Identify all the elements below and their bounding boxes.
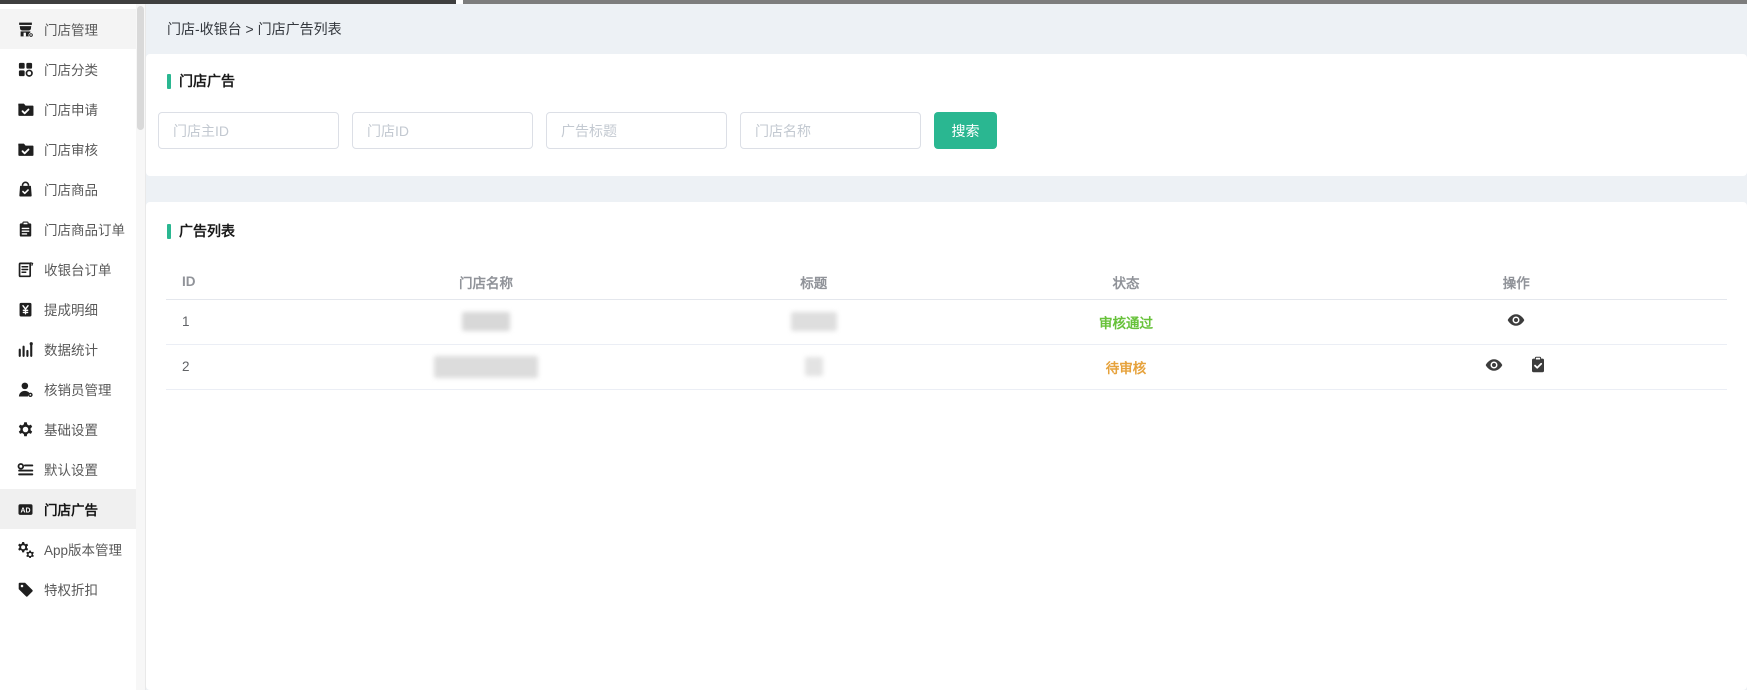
sidebar-item-label: 基础设置	[44, 419, 98, 439]
sidebar-item-11[interactable]: 默认设置	[0, 449, 145, 489]
yen-ledger-icon	[17, 301, 34, 318]
checklist-icon	[17, 461, 34, 478]
clipboard-lines-icon	[17, 221, 34, 238]
sidebar-item-9[interactable]: 核销员管理	[0, 369, 145, 409]
column-header-status: 状态	[946, 265, 1305, 299]
categories-icon	[17, 61, 34, 78]
store-name-input[interactable]	[740, 112, 921, 149]
sidebar-item-label: 收银台订单	[44, 259, 112, 279]
sidebar-nav: 门店管理门店分类门店申请门店审核门店商品门店商品订单收银台订单提成明细数据统计核…	[0, 4, 145, 609]
sidebar: 门店管理门店分类门店申请门店审核门店商品门店商品订单收银台订单提成明细数据统计核…	[0, 4, 146, 690]
section-title-text: 门店广告	[179, 71, 235, 91]
sidebar-item-label: 门店申请	[44, 99, 98, 119]
section-accent-bar	[167, 224, 171, 239]
sidebar-item-label: 门店分类	[44, 59, 98, 79]
cell-title-redacted	[681, 344, 946, 389]
eye-icon[interactable]	[1507, 311, 1525, 329]
sidebar-item-label: 门店审核	[44, 139, 98, 159]
redacted-blur	[805, 357, 823, 376]
sidebar-item-2[interactable]: 门店申请	[0, 89, 145, 129]
sidebar-item-5[interactable]: 门店商品订单	[0, 209, 145, 249]
status-badge: 审核通过	[1099, 316, 1153, 331]
tag-icon	[17, 581, 34, 598]
sidebar-item-4[interactable]: 门店商品	[0, 169, 145, 209]
ad-badge-icon	[17, 501, 34, 518]
redacted-blur	[434, 356, 538, 378]
breadcrumb: 门店-收银台 > 门店广告列表	[146, 4, 1747, 54]
cell-id: 2	[166, 344, 291, 389]
sidebar-item-1[interactable]: 门店分类	[0, 49, 145, 89]
ad-table: ID 门店名称 标题 状态 操作 1 审核通过	[166, 265, 1727, 390]
sidebar-item-8[interactable]: 数据统计	[0, 329, 145, 369]
eye-icon[interactable]	[1485, 356, 1503, 374]
sidebar-item-label: 特权折扣	[44, 579, 98, 599]
bar-chart-icon	[17, 341, 34, 358]
redacted-blur	[462, 312, 510, 331]
ad-list-card: 广告列表 ID 门店名称 标题 状态 操作 1	[146, 202, 1747, 690]
search-card: 门店广告 搜索	[146, 54, 1747, 176]
section-title-text: 广告列表	[179, 221, 235, 241]
sidebar-item-0[interactable]: 门店管理	[0, 9, 145, 49]
cell-status: 审核通过	[946, 299, 1305, 344]
gear-icon	[17, 421, 34, 438]
cell-store-name-redacted	[291, 299, 681, 344]
storefront-icon	[17, 21, 34, 38]
cell-title-redacted	[681, 299, 946, 344]
receipt-icon	[17, 261, 34, 278]
column-header-store-name: 门店名称	[291, 265, 681, 299]
search-form: 搜索	[146, 112, 1747, 149]
column-header-id: ID	[166, 265, 291, 299]
sidebar-item-label: 门店管理	[44, 19, 98, 39]
store-id-input[interactable]	[352, 112, 533, 149]
cell-actions	[1306, 344, 1728, 389]
sidebar-item-13[interactable]: App版本管理	[0, 529, 145, 569]
cell-id: 1	[166, 299, 291, 344]
search-card-title: 门店广告	[146, 71, 1747, 91]
main-area: 门店-收银台 > 门店广告列表 门店广告 搜索 广告列表	[146, 4, 1747, 690]
sidebar-scrollbar-thumb[interactable]	[137, 6, 144, 130]
person-gear-icon	[17, 381, 34, 398]
sidebar-item-label: App版本管理	[44, 539, 122, 559]
search-button[interactable]: 搜索	[934, 112, 997, 149]
table-row: 1 审核通过	[166, 299, 1727, 344]
column-header-title: 标题	[681, 265, 946, 299]
table-header-row: ID 门店名称 标题 状态 操作	[166, 265, 1727, 299]
folder-check-icon	[17, 101, 34, 118]
sidebar-item-3[interactable]: 门店审核	[0, 129, 145, 169]
sidebar-item-label: 默认设置	[44, 459, 98, 479]
cell-actions	[1306, 299, 1728, 344]
ad-title-input[interactable]	[546, 112, 727, 149]
redacted-blur	[791, 312, 837, 331]
cell-status: 待审核	[946, 344, 1305, 389]
sidebar-item-label: 门店广告	[44, 499, 98, 519]
table-row: 2 待审核	[166, 344, 1727, 389]
approve-clipboard-check-icon[interactable]	[1529, 356, 1547, 374]
sidebar-item-12[interactable]: 门店广告	[0, 489, 145, 529]
sidebar-item-6[interactable]: 收银台订单	[0, 249, 145, 289]
bag-icon	[17, 181, 34, 198]
store-owner-id-input[interactable]	[158, 112, 339, 149]
status-badge: 待审核	[1106, 361, 1147, 376]
sidebar-item-10[interactable]: 基础设置	[0, 409, 145, 449]
sidebar-item-label: 提成明细	[44, 299, 98, 319]
sidebar-item-label: 门店商品	[44, 179, 98, 199]
section-accent-bar	[167, 74, 171, 89]
sidebar-item-7[interactable]: 提成明细	[0, 289, 145, 329]
list-card-title: 广告列表	[146, 221, 1747, 241]
sidebar-item-label: 门店商品订单	[44, 219, 125, 239]
folder-check-icon	[17, 141, 34, 158]
sidebar-item-14[interactable]: 特权折扣	[0, 569, 145, 609]
sidebar-item-label: 核销员管理	[44, 379, 112, 399]
column-header-actions: 操作	[1306, 265, 1728, 299]
double-gear-icon	[17, 541, 34, 558]
sidebar-item-label: 数据统计	[44, 339, 98, 359]
cell-store-name-redacted	[291, 344, 681, 389]
sidebar-scrollbar-track[interactable]	[136, 4, 145, 690]
